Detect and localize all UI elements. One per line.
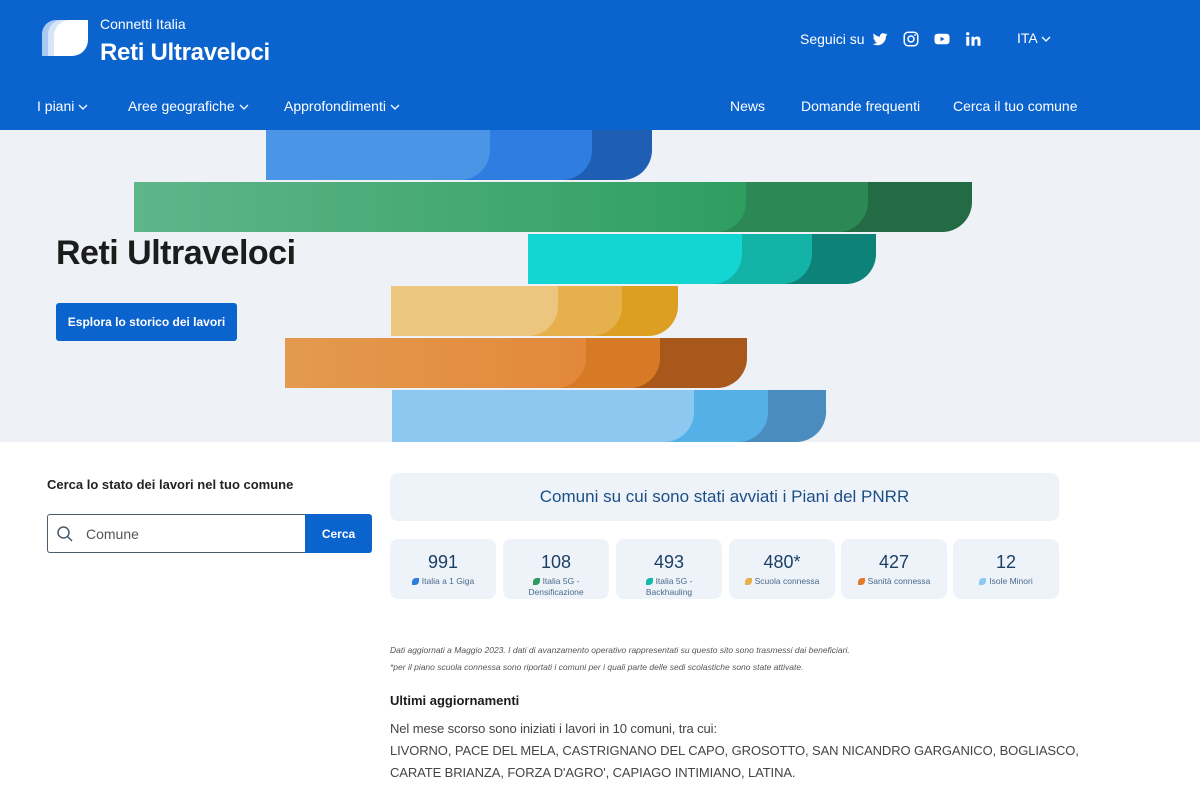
brand-title[interactable]: Reti Ultraveloci [100,39,270,67]
updates-title: Ultimi aggiornamenti [390,693,520,708]
hero-graphic [134,130,972,442]
language-selector[interactable]: ITA [1017,30,1051,46]
chevron-down-icon [78,104,88,111]
search-field[interactable] [47,514,306,553]
nav-aree-geografiche[interactable]: Aree geografiche [128,98,249,114]
updates-comuni-line1: LIVORNO, PACE DEL MELA, CASTRIGNANO DEL … [390,743,1079,758]
stat-value: 991 [427,552,459,572]
stat-label: Italia 5G - Backhauling [616,576,722,598]
twitter-icon[interactable] [871,30,889,48]
explore-history-button[interactable]: Esplora lo storico dei lavori [56,303,237,341]
stat-label-text: Italia a 1 Giga [421,576,475,586]
nav-cerca-comune[interactable]: Cerca il tuo comune [953,98,1078,114]
stat-label: Italia a 1 Giga [390,576,496,587]
nav-label: Approfondimenti [284,98,386,114]
stat-card-sanita-connessa: 427 Sanità connessa [841,539,947,599]
hero-banner: Reti Ultraveloci Esplora lo storico dei … [0,130,1200,442]
stat-label: Scuola connessa [729,576,835,587]
youtube-icon[interactable] [933,30,951,48]
stat-card-5g-densificazione: 108 Italia 5G - Densificazione [503,539,609,599]
connetti-italia-logo[interactable] [38,18,88,58]
stat-card-isole-minori: 12 Isole Minori [953,539,1059,599]
leaf-icon [857,578,865,585]
stat-value: 12 [995,552,1017,572]
nav-label: I piani [37,98,75,114]
social-label: Seguici su [800,31,865,47]
search-icon [57,526,73,542]
updates-comuni-line2: CARATE BRIANZA, FORZA D'AGRO', CAPIAGO I… [390,765,796,780]
stat-card-scuola-connessa: 480* Scuola connessa [729,539,835,599]
nav-news[interactable]: News [730,98,765,114]
nav-approfondimenti[interactable]: Approfondimenti [284,98,400,114]
nav-label: Aree geografiche [128,98,235,114]
stat-value: 493 [653,552,685,572]
hero-title: Reti Ultraveloci [56,234,296,272]
leaf-icon [411,578,419,585]
stat-label: Isole Minori [953,576,1059,587]
comune-search-input[interactable] [86,515,301,552]
chevron-down-icon [390,104,400,111]
stat-label: Sanità connessa [841,576,947,587]
stats-header: Comuni su cui sono stati avviati i Piani… [390,473,1059,521]
nav-domande-frequenti[interactable]: Domande frequenti [801,98,920,114]
stat-card-1giga: 991 Italia a 1 Giga [390,539,496,599]
data-note: Dati aggiornati a Maggio 2023. I dati di… [390,645,850,655]
linkedin-icon[interactable] [964,30,982,48]
stat-label-text: Italia 5G - Backhauling [645,576,693,597]
stat-value: 108 [540,552,572,572]
stat-label-text: Scuola connessa [754,576,820,586]
language-label: ITA [1017,30,1038,46]
stat-card-5g-backhauling: 493 Italia 5G - Backhauling [616,539,722,599]
brand-subtitle: Connetti Italia [100,16,186,32]
leaf-icon [979,578,987,585]
instagram-icon[interactable] [902,30,920,48]
search-button[interactable]: Cerca [305,514,372,553]
nav-i-piani[interactable]: I piani [37,98,88,114]
leaf-icon [744,578,752,585]
chevron-down-icon [1041,36,1051,43]
stat-value: 427 [878,552,910,572]
stat-label: Italia 5G - Densificazione [503,576,609,598]
site-header: Connetti Italia Reti Ultraveloci Seguici… [0,0,1200,130]
updates-intro: Nel mese scorso sono iniziati i lavori i… [390,721,717,736]
school-note: *per il piano scuola connessa sono ripor… [390,662,804,672]
stat-label-text: Sanità connessa [867,576,931,586]
leaf-icon [532,578,540,585]
chevron-down-icon [239,104,249,111]
stat-label-text: Isole Minori [989,576,1033,586]
search-label: Cerca lo stato dei lavori nel tuo comune [47,477,294,492]
leaf-icon [645,578,653,585]
stat-value: 480* [763,552,801,572]
